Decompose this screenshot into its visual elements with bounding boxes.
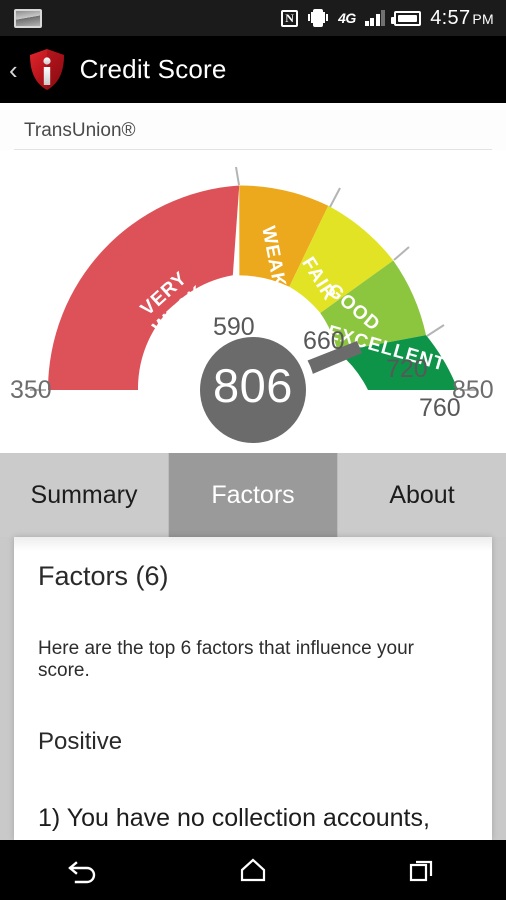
tab-bar: Summary Factors About — [0, 453, 506, 553]
phone-screen: N 4G 4:57 PM ‹ Credit Score TransUnion® … — [0, 0, 506, 900]
credit-score-value: 806 — [213, 359, 293, 412]
page-title: Credit Score — [79, 54, 227, 84]
battery-icon — [391, 10, 422, 26]
system-navigation-bar — [0, 840, 506, 900]
tick-leader-590 — [235, 166, 240, 186]
gauge-tick-label-660: 660 — [303, 327, 345, 355]
status-bar-right: N 4G 4:57 PM — [281, 7, 506, 30]
back-chevron-icon[interactable]: ‹ — [0, 57, 26, 83]
credit-score-gauge: VERYWEAK WEAK FAIR GOOD EXCELLENT 590 66… — [0, 150, 506, 453]
gauge-tick-label-590: 590 — [213, 313, 255, 341]
tab-about[interactable]: About — [337, 453, 506, 537]
home-icon — [240, 858, 266, 882]
vibrate-wave-right-outer — [326, 14, 329, 21]
battery-level-fill — [398, 14, 418, 22]
tab-summary[interactable]: Summary — [0, 453, 168, 537]
signal-bar-1 — [364, 21, 369, 26]
status-bar-left — [0, 8, 42, 28]
factors-section-positive: Positive — [38, 728, 123, 755]
signal-bar-4 — [381, 10, 386, 26]
tick-leader-720 — [393, 246, 410, 261]
signal-bar-3 — [375, 14, 380, 26]
screenshot-icon — [14, 8, 42, 28]
clock-time: 4:57 — [430, 6, 471, 29]
factors-card-content: Factors (6) Here are the top 6 factors t… — [14, 537, 492, 833]
signal-bars-icon — [364, 10, 386, 26]
tick-leader-760 — [426, 324, 445, 337]
vibrate-icon — [307, 8, 329, 28]
tab-summary-label: Summary — [30, 480, 138, 509]
bureau-bar: TransUnion® — [0, 103, 506, 150]
nav-recents-button[interactable] — [387, 848, 457, 892]
clock-ampm: PM — [472, 10, 494, 27]
nav-back-button[interactable] — [49, 848, 119, 892]
app-bar: ‹ Credit Score — [0, 36, 506, 103]
status-bar: N 4G 4:57 PM — [0, 0, 506, 36]
tab-about-label: About — [389, 480, 455, 509]
factors-heading: Factors (6) — [38, 561, 169, 591]
vibrate-wave-left-inner — [311, 12, 314, 23]
tab-factors[interactable]: Factors — [168, 453, 337, 553]
vibrate-wave-left-outer — [308, 14, 311, 21]
tab-factors-label: Factors — [211, 480, 295, 509]
nfc-icon-glyph: N — [285, 11, 294, 25]
nav-home-button[interactable] — [218, 848, 288, 892]
bureau-name: TransUnion® — [24, 120, 136, 141]
status-bar-clock: 4:57 PM — [430, 7, 494, 30]
nfc-icon: N — [281, 9, 299, 27]
credit-shield-logo-icon — [27, 47, 67, 92]
recents-icon — [409, 860, 432, 882]
factors-list-item-1: 1) You have no collection accounts, — [38, 804, 430, 832]
back-icon — [68, 861, 96, 884]
tick-leader-660 — [329, 187, 341, 208]
vibrate-wave-right-inner — [323, 12, 326, 23]
factors-description: Here are the top 6 factors that influenc… — [38, 638, 414, 681]
network-type-label: 4G — [338, 10, 356, 26]
factors-card[interactable]: Factors (6) Here are the top 6 factors t… — [14, 537, 492, 840]
vibrate-phone-body — [313, 9, 324, 27]
signal-bar-2 — [370, 18, 375, 26]
